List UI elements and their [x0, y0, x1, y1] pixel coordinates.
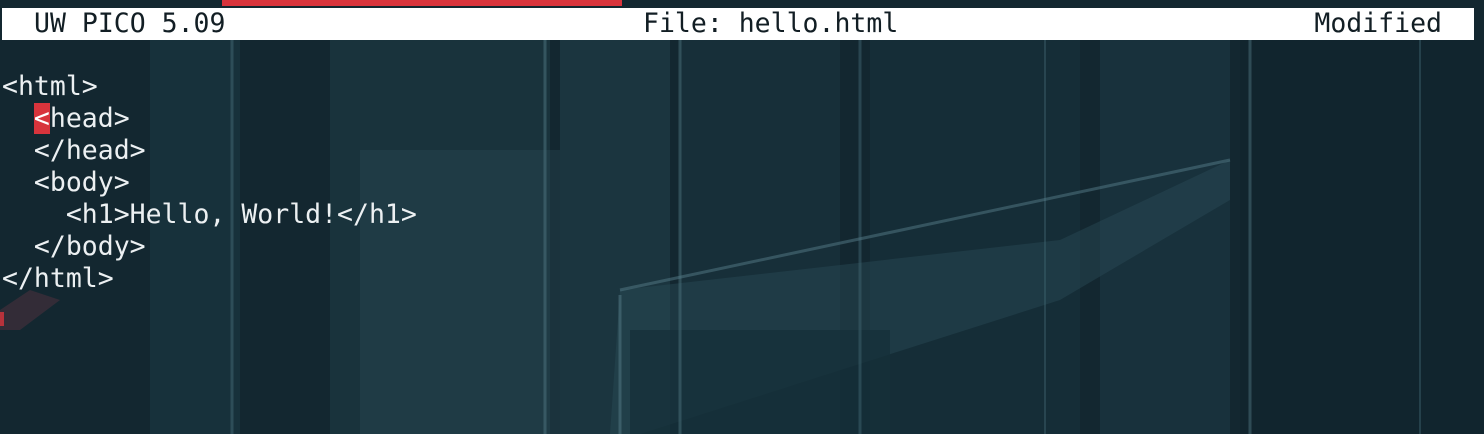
code-line[interactable]: <body>	[2, 167, 1472, 199]
code-line[interactable]: </body>	[2, 231, 1472, 263]
editor-title-bar: UW PICO 5.09 File: hello.html Modified	[2, 8, 1474, 40]
line-text: <h1>Hello, World!</h1>	[65, 199, 417, 230]
file-status-label: Modified	[1314, 8, 1442, 39]
code-line[interactable]: <html>	[2, 71, 1472, 103]
window-accent-bar	[222, 0, 622, 6]
line-text: </body>	[33, 231, 146, 262]
code-line[interactable]: <head>	[2, 103, 1472, 135]
line-text: <body>	[33, 167, 130, 198]
text-cursor[interactable]: <	[33, 103, 50, 134]
line-text: <html>	[2, 71, 98, 102]
file-name-label: File: hello.html	[643, 8, 899, 39]
code-line[interactable]: </head>	[2, 135, 1472, 167]
app-version-label: UW PICO 5.09	[34, 8, 226, 39]
editor-text-area[interactable]: <html> <head> </head> <body> <h1>Hello, …	[2, 71, 1472, 401]
terminal-window[interactable]: UW PICO 5.09 File: hello.html Modified <…	[0, 0, 1484, 434]
code-line[interactable]: <h1>Hello, World!</h1>	[2, 199, 1472, 231]
line-text: head>	[49, 103, 130, 134]
line-text: </head>	[33, 135, 146, 166]
line-text: </html>	[2, 263, 114, 294]
code-line[interactable]: </html>	[2, 263, 1472, 295]
